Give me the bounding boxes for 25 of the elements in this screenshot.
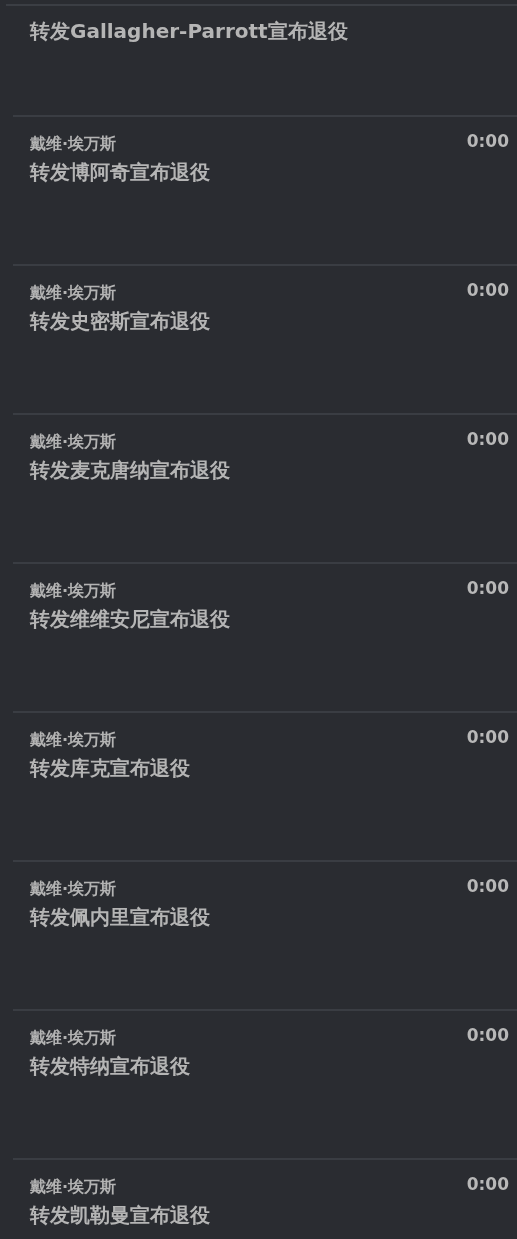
sender-name: 戴维·埃万斯: [30, 282, 117, 304]
message-text: 转发维维安尼宣布退役: [30, 606, 231, 633]
sender-name: 戴维·埃万斯: [30, 878, 117, 900]
message-time: 0:00: [466, 429, 509, 449]
message-time: 0:00: [466, 727, 509, 747]
message-text: 转发特纳宣布退役: [30, 1053, 191, 1080]
message-text: 转发佩内里宣布退役: [30, 904, 211, 931]
message-time: 0:00: [466, 131, 509, 151]
message-text: 转发麦克唐纳宣布退役: [30, 457, 231, 484]
sender-name: 戴维·埃万斯: [30, 580, 117, 602]
sender-name: 戴维·埃万斯: [30, 1176, 117, 1198]
message-time: 0:00: [466, 1025, 509, 1045]
message-time: 0:00: [466, 876, 509, 896]
sender-name: 戴维·埃万斯: [30, 1027, 117, 1049]
sender-name: 戴维·埃万斯: [30, 133, 117, 155]
sender-name: 戴维·埃万斯: [30, 729, 117, 751]
message-text: 转发Gallagher-Parrott宣布退役: [30, 18, 349, 45]
message-text: 转发库克宣布退役: [30, 755, 191, 782]
message-text: 转发史密斯宣布退役: [30, 308, 211, 335]
message-text: 转发博阿奇宣布退役: [30, 159, 211, 186]
sender-name: 戴维·埃万斯: [30, 431, 117, 453]
message-time: 0:00: [466, 280, 509, 300]
message-text: 转发凯勒曼宣布退役: [30, 1202, 211, 1229]
message-time: 0:00: [466, 1174, 509, 1194]
message-time: 0:00: [466, 578, 509, 598]
